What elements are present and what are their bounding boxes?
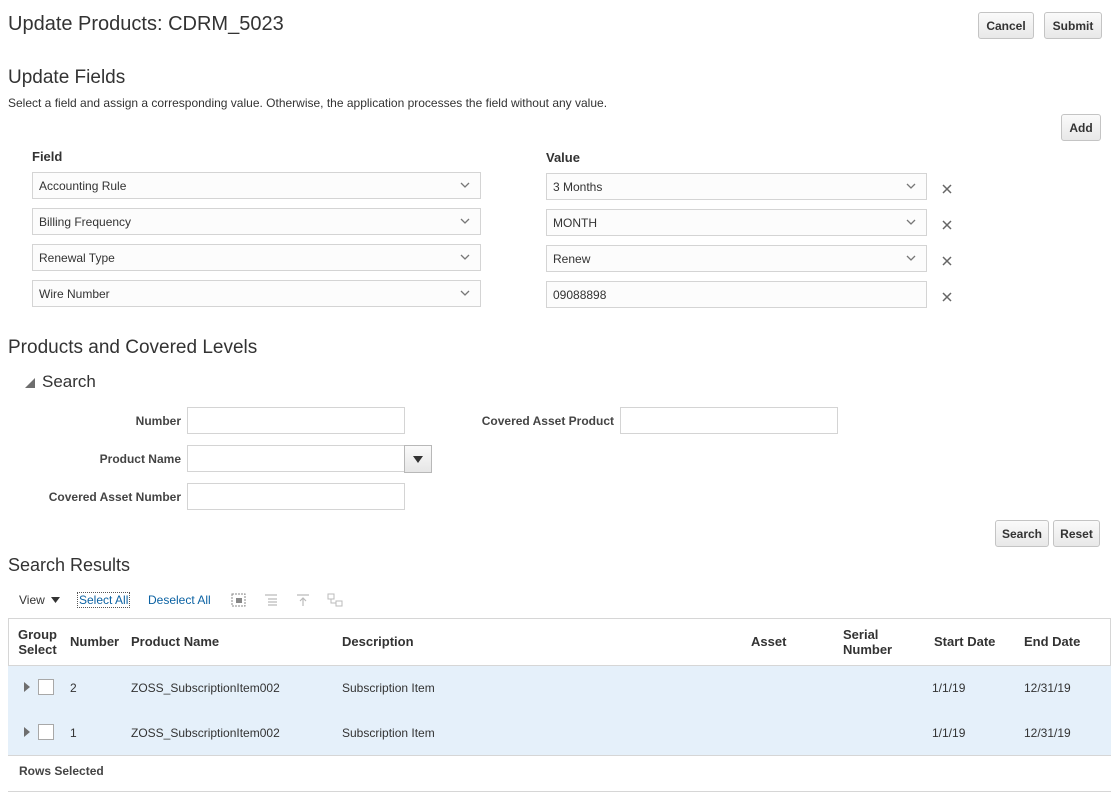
product-name-label: Product Name (99, 452, 181, 466)
chevron-down-icon (460, 254, 470, 260)
remove-row-icon[interactable] (942, 184, 952, 194)
field-select-value: Wire Number (39, 286, 110, 301)
cancel-button-label: Cancel (986, 18, 1026, 33)
serial-number-header-line2: Number (843, 642, 893, 657)
deselect-all-link[interactable]: Deselect All (148, 593, 211, 607)
field-select[interactable]: Renewal Type (32, 244, 481, 271)
serial-number-header-line1: Serial (843, 627, 879, 642)
expand-row-icon[interactable] (24, 727, 30, 737)
group-select-header-line1: Group (18, 627, 57, 642)
search-button-label: Search (1001, 526, 1043, 541)
search-button[interactable]: Search (995, 520, 1049, 547)
row-product-name: ZOSS_SubscriptionItem002 (131, 726, 280, 740)
field-select[interactable]: Billing Frequency (32, 208, 481, 235)
product-name-input[interactable] (187, 445, 405, 472)
row-number: 2 (70, 681, 77, 695)
view-menu-label: View (19, 593, 45, 607)
field-select[interactable]: Accounting Rule (32, 172, 481, 199)
value-select-value: MONTH (553, 215, 597, 230)
select-all-link[interactable]: Select All (77, 592, 131, 608)
wire-number-value: 09088898 (553, 287, 607, 302)
row-start-date: 1/1/19 (932, 726, 966, 740)
submit-button[interactable]: Submit (1044, 12, 1102, 39)
update-fields-heading: Update Fields (8, 67, 126, 88)
remove-row-icon[interactable] (942, 256, 952, 266)
row-checkbox[interactable] (38, 724, 54, 740)
product-name-dropdown-button[interactable] (404, 445, 432, 473)
update-fields-description: Select a field and assign a correspondin… (8, 96, 608, 110)
field-select-value: Renewal Type (39, 250, 115, 265)
serial-number-column-header[interactable]: Serial Number (843, 627, 892, 657)
view-menu[interactable]: View (19, 593, 60, 607)
chevron-down-icon (906, 255, 916, 261)
table-footer-divider (8, 791, 1111, 792)
field-column-label: Field (32, 149, 63, 164)
value-select-value: Renew (553, 251, 591, 266)
caret-down-icon (413, 456, 423, 463)
results-table-header: Group Select Number Product Name Descrip… (8, 618, 1111, 666)
description-column-header[interactable]: Description (342, 634, 414, 649)
table-row[interactable]: 2 ZOSS_SubscriptionItem002 Subscription … (8, 666, 1111, 711)
collapse-triangle-icon[interactable] (24, 377, 36, 389)
product-name-column-header[interactable]: Product Name (131, 634, 219, 649)
chevron-down-icon (460, 290, 470, 296)
add-button[interactable]: Add (1061, 114, 1101, 141)
products-heading: Products and Covered Levels (8, 337, 258, 358)
field-select[interactable]: Wire Number (32, 280, 481, 307)
field-select-value: Billing Frequency (39, 214, 132, 229)
group-select-header-line2: Select (18, 642, 57, 657)
start-date-column-header[interactable]: Start Date (934, 634, 995, 649)
cancel-button[interactable]: Cancel (978, 12, 1034, 39)
reset-button-label: Reset (1060, 526, 1093, 541)
expand-row-icon[interactable] (24, 682, 30, 692)
reset-button[interactable]: Reset (1053, 520, 1100, 547)
covered-asset-number-label: Covered Asset Number (48, 490, 181, 504)
caret-down-icon (50, 597, 60, 603)
row-end-date: 12/31/19 (1024, 726, 1071, 740)
expand-all-icon[interactable] (263, 592, 279, 608)
value-select[interactable]: Renew (546, 245, 927, 272)
row-number: 1 (70, 726, 77, 740)
table-row[interactable]: 1 ZOSS_SubscriptionItem002 Subscription … (8, 711, 1111, 756)
covered-asset-product-input[interactable] (620, 407, 838, 434)
detach-icon[interactable] (231, 592, 247, 608)
value-select[interactable]: MONTH (546, 209, 927, 236)
remove-row-icon[interactable] (942, 220, 952, 230)
covered-asset-product-label: Covered Asset Product (481, 414, 614, 428)
submit-button-label: Submit (1052, 18, 1094, 33)
chevron-down-icon (906, 183, 916, 189)
search-results-heading: Search Results (8, 555, 131, 575)
row-checkbox[interactable] (38, 679, 54, 695)
wire-number-input[interactable]: 09088898 (546, 281, 927, 308)
row-end-date: 12/31/19 (1024, 681, 1071, 695)
group-select-header[interactable]: Group Select (18, 627, 57, 657)
page-title: Update Products: CDRM_5023 (8, 13, 284, 35)
chevron-down-icon (906, 219, 916, 225)
field-select-value: Accounting Rule (39, 178, 127, 193)
rows-selected-label: Rows Selected (19, 764, 104, 778)
value-column-label: Value (546, 150, 580, 165)
row-start-date: 1/1/19 (932, 681, 966, 695)
row-description: Subscription Item (342, 681, 435, 695)
add-button-label: Add (1069, 120, 1093, 135)
number-label: Number (135, 414, 181, 428)
asset-column-header[interactable]: Asset (751, 634, 786, 649)
row-product-name: ZOSS_SubscriptionItem002 (131, 681, 280, 695)
number-column-header[interactable]: Number (70, 634, 119, 649)
collapse-all-icon[interactable] (295, 592, 311, 608)
remove-row-icon[interactable] (942, 292, 952, 302)
hierarchy-icon[interactable] (327, 592, 343, 608)
search-section-title[interactable]: Search (42, 372, 96, 392)
chevron-down-icon (460, 182, 470, 188)
number-input[interactable] (187, 407, 405, 434)
value-select[interactable]: 3 Months (546, 173, 927, 200)
end-date-column-header[interactable]: End Date (1024, 634, 1080, 649)
chevron-down-icon (460, 218, 470, 224)
value-select-value: 3 Months (553, 179, 603, 194)
covered-asset-number-input[interactable] (187, 483, 405, 510)
row-description: Subscription Item (342, 726, 435, 740)
